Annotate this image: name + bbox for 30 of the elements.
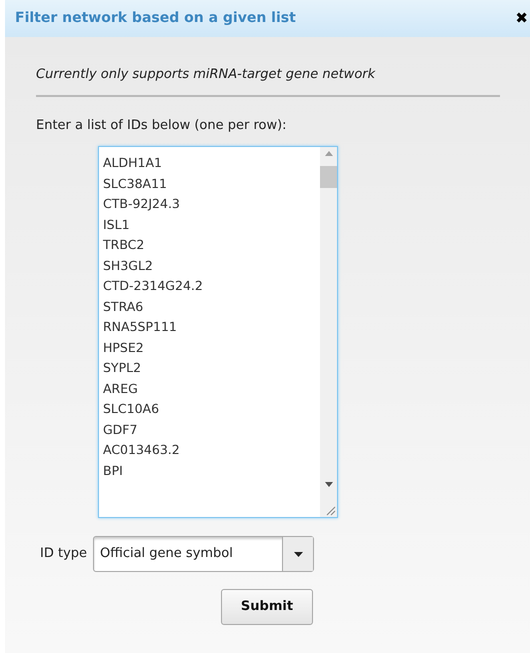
scrollbar[interactable] bbox=[320, 147, 337, 517]
id-entry: ALDH1A1 bbox=[103, 154, 163, 172]
scroll-up-icon[interactable] bbox=[324, 151, 332, 156]
id-entry: SH3GL2 bbox=[103, 256, 154, 274]
id-entry: AC013463.2 bbox=[103, 441, 181, 459]
id-entry: STRA6 bbox=[103, 298, 144, 316]
dialog-title: Filter network based on a given list bbox=[15, 9, 296, 28]
id-list-field[interactable]: ALDH1A1 SLC38A11 CTB-92J24.3 ISL1 TRBC2 SH3GL2 CTD-2314G24.2 STRA6 RNA5SP111 HPSE2 SYPL2 AREG SLC10A6 GDF7 AC013463.2 BPI bbox=[98, 146, 338, 518]
id-type-label: ID type bbox=[40, 545, 88, 564]
id-entry: RNA5SP111 bbox=[103, 318, 178, 336]
id-type-select[interactable]: Official gene symbol bbox=[93, 536, 314, 572]
id-entry: SLC10A6 bbox=[103, 400, 160, 418]
id-entry: SLC38A11 bbox=[103, 174, 168, 192]
scroll-thumb[interactable] bbox=[320, 166, 337, 188]
list-label: Enter a list of IDs below (one per row): bbox=[36, 116, 288, 134]
id-entry: GDF7 bbox=[103, 420, 138, 438]
caret-icon bbox=[294, 552, 303, 556]
close-button[interactable]: ✖ bbox=[515, 11, 528, 26]
submit-button[interactable]: Submit bbox=[221, 589, 313, 625]
id-entry: SYPL2 bbox=[103, 359, 142, 377]
id-entry: HPSE2 bbox=[103, 338, 145, 356]
id-entry: AREG bbox=[103, 380, 139, 398]
resize-handle-icon[interactable] bbox=[324, 504, 336, 516]
id-entry: CTD-2314G24.2 bbox=[103, 277, 204, 295]
id-entry: BPI bbox=[103, 462, 124, 480]
id-entry: TRBC2 bbox=[103, 236, 146, 254]
note-text: Currently only supports miRNA-target gene network bbox=[36, 65, 500, 96]
id-entry: ISL1 bbox=[103, 216, 131, 234]
id-entry: CTB-92J24.3 bbox=[103, 195, 181, 213]
scroll-down-icon[interactable] bbox=[324, 482, 332, 487]
